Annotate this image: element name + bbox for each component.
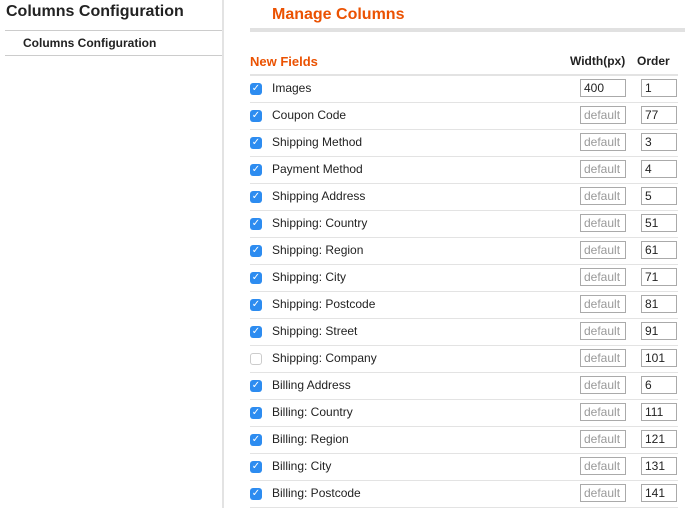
sidebar: Columns Configuration Columns Configurat…: [0, 0, 224, 508]
fields-table: ✓ Images ✓ Coupon Code ✓ Shipping Method ✓ Paym…: [250, 76, 678, 508]
field-label: Shipping Address: [272, 189, 366, 203]
order-input[interactable]: [641, 79, 677, 97]
field-checkbox[interactable]: ✓: [250, 299, 262, 311]
table-row: ✓ Billing Address: [250, 373, 678, 400]
width-input[interactable]: [580, 349, 626, 367]
width-input[interactable]: [580, 187, 626, 205]
order-input[interactable]: [641, 295, 677, 313]
width-input[interactable]: [580, 268, 626, 286]
order-input[interactable]: [641, 214, 677, 232]
width-input[interactable]: [580, 79, 626, 97]
table-row: ✓ Shipping Method: [250, 130, 678, 157]
width-input[interactable]: [580, 457, 626, 475]
width-input[interactable]: [580, 214, 626, 232]
width-input[interactable]: [580, 430, 626, 448]
field-checkbox[interactable]: ✓: [250, 164, 262, 176]
table-row: ✓ Images: [250, 76, 678, 103]
field-label: Shipping: Company: [272, 351, 377, 365]
order-input[interactable]: [641, 160, 677, 178]
order-input[interactable]: [641, 457, 677, 475]
width-input[interactable]: [580, 376, 626, 394]
table-row: ✓ Shipping: Region: [250, 238, 678, 265]
table-row: ✓ Billing: Region: [250, 427, 678, 454]
field-label: Billing: Region: [272, 432, 349, 446]
table-row: ✓ Shipping: Company: [250, 346, 678, 373]
order-input[interactable]: [641, 133, 677, 151]
field-label: Billing: Postcode: [272, 486, 361, 500]
divider: [5, 55, 222, 56]
order-input[interactable]: [641, 106, 677, 124]
width-input[interactable]: [580, 106, 626, 124]
sidebar-title: Columns Configuration: [6, 3, 184, 20]
header-order: Order: [637, 54, 670, 68]
table-row: ✓ Shipping: Postcode: [250, 292, 678, 319]
field-label: Billing Address: [272, 378, 351, 392]
table-row: ✓ Billing: Country: [250, 400, 678, 427]
field-label: Billing: City: [272, 459, 332, 473]
header-new-fields: New Fields: [250, 54, 318, 69]
field-checkbox[interactable]: ✓: [250, 272, 262, 284]
width-input[interactable]: [580, 160, 626, 178]
order-input[interactable]: [641, 268, 677, 286]
width-input[interactable]: [580, 322, 626, 340]
width-input[interactable]: [580, 484, 626, 502]
title-divider: [250, 28, 685, 32]
table-row: ✓ Shipping: Street: [250, 319, 678, 346]
field-label: Shipping: Region: [272, 243, 364, 257]
page-title: Manage Columns: [272, 6, 405, 23]
width-input[interactable]: [580, 403, 626, 421]
order-input[interactable]: [641, 484, 677, 502]
width-input[interactable]: [580, 295, 626, 313]
order-input[interactable]: [641, 322, 677, 340]
table-row: ✓ Coupon Code: [250, 103, 678, 130]
field-label: Shipping Method: [272, 135, 363, 149]
field-checkbox[interactable]: ✓: [250, 137, 262, 149]
sidebar-item-columns-configuration[interactable]: Columns Configuration: [23, 36, 156, 50]
field-label: Shipping: Postcode: [272, 297, 376, 311]
field-checkbox[interactable]: ✓: [250, 110, 262, 122]
order-input[interactable]: [641, 241, 677, 259]
table-header: New Fields Width(px) Order: [250, 52, 678, 76]
field-checkbox[interactable]: ✓: [250, 488, 262, 500]
field-checkbox[interactable]: ✓: [250, 191, 262, 203]
field-checkbox[interactable]: ✓: [250, 83, 262, 95]
field-checkbox[interactable]: ✓: [250, 218, 262, 230]
field-checkbox[interactable]: ✓: [250, 380, 262, 392]
table-row: ✓ Shipping: City: [250, 265, 678, 292]
header-width: Width(px): [570, 54, 626, 68]
table-row: ✓ Shipping: Country: [250, 211, 678, 238]
field-checkbox[interactable]: ✓: [250, 461, 262, 473]
field-label: Images: [272, 81, 312, 95]
table-row: ✓ Billing: City: [250, 454, 678, 481]
order-input[interactable]: [641, 376, 677, 394]
table-row: ✓ Payment Method: [250, 157, 678, 184]
divider: [5, 30, 222, 31]
field-label: Billing: Country: [272, 405, 353, 419]
field-checkbox[interactable]: ✓: [250, 245, 262, 257]
order-input[interactable]: [641, 430, 677, 448]
field-checkbox[interactable]: ✓: [250, 407, 262, 419]
table-row: ✓ Billing: Postcode: [250, 481, 678, 508]
field-label: Shipping: Country: [272, 216, 368, 230]
field-label: Payment Method: [272, 162, 363, 176]
field-label: Coupon Code: [272, 108, 347, 122]
order-input[interactable]: [641, 349, 677, 367]
field-checkbox[interactable]: ✓: [250, 434, 262, 446]
field-checkbox[interactable]: ✓: [250, 353, 262, 365]
width-input[interactable]: [580, 133, 626, 151]
table-row: ✓ Shipping Address: [250, 184, 678, 211]
field-label: Shipping: Street: [272, 324, 358, 338]
width-input[interactable]: [580, 241, 626, 259]
field-label: Shipping: City: [272, 270, 347, 284]
field-checkbox[interactable]: ✓: [250, 326, 262, 338]
order-input[interactable]: [641, 187, 677, 205]
order-input[interactable]: [641, 403, 677, 421]
